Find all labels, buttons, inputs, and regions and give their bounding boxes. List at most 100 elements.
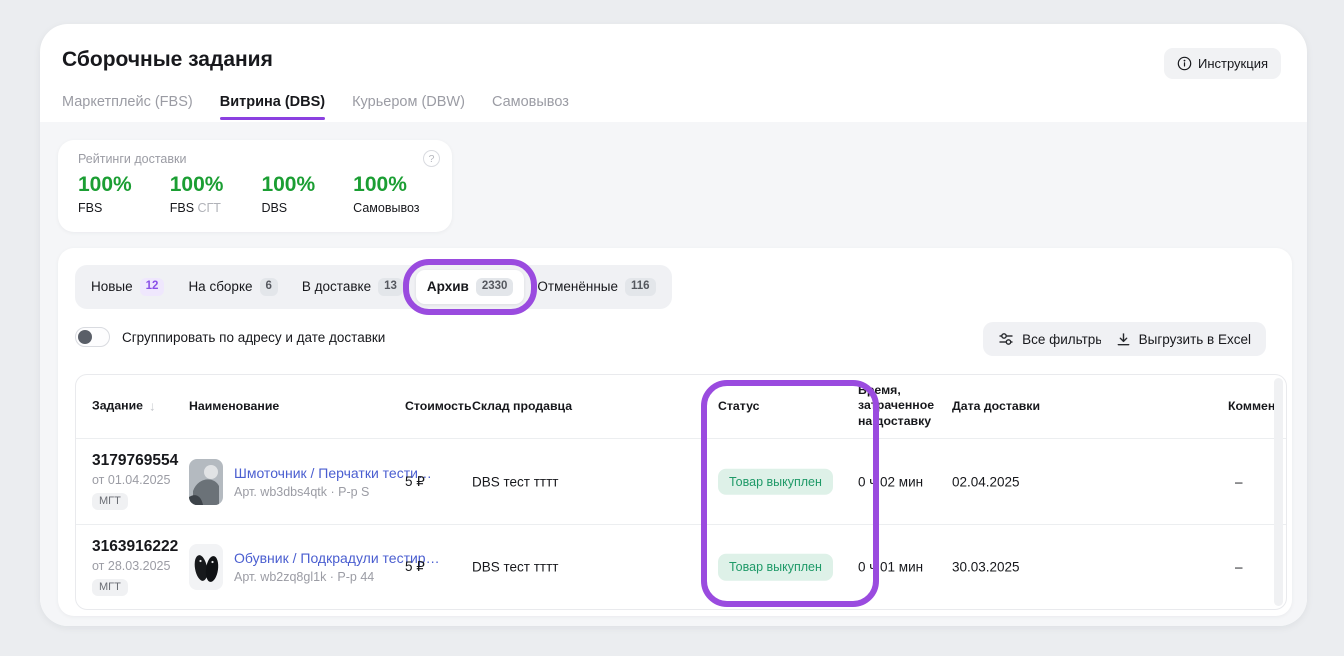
instruction-button[interactable]: Инструкция <box>1164 48 1281 79</box>
status-tab-new-label: Новые <box>91 279 133 294</box>
delivery-time-cell: 0 ч 01 мин <box>858 560 923 575</box>
info-icon <box>1177 56 1192 71</box>
task-date: от 01.04.2025 <box>92 473 178 487</box>
rating-dbs: 100% DBS <box>261 173 315 215</box>
status-tab-in-delivery-count: 13 <box>378 278 403 296</box>
status-tab-archive[interactable]: Архив 2330 <box>416 270 525 304</box>
column-header-status: Статус <box>718 399 759 415</box>
status-tab-assembling-label: На сборке <box>188 279 252 294</box>
price-cell: 5 ₽ <box>405 559 425 575</box>
rating-fbs-sgt-label-sub: СГТ <box>194 201 221 215</box>
delivery-ratings-card: Рейтинги доставки ? 100% FBS 100% FBS СГ… <box>58 140 452 232</box>
column-header-comment: Коммен <box>1228 399 1275 415</box>
delivery-date-cell: 02.04.2025 <box>952 474 1020 489</box>
rating-fbs-sgt-label-main: FBS <box>170 201 194 215</box>
table-header-row: Задание ↓ Наименование Стоимость Склад п… <box>76 375 1286 439</box>
task-badge-mgt: МГТ <box>92 493 128 510</box>
rating-dbs-label: DBS <box>261 201 315 215</box>
status-badge: Товар выкуплен <box>718 468 833 495</box>
status-tab-archive-count: 2330 <box>476 278 514 296</box>
task-id: 3179769554 <box>92 452 178 470</box>
all-filters-label: Все фильтры <box>1022 332 1105 347</box>
page-title: Сборочные задания <box>62 48 273 72</box>
active-tab-underline <box>220 117 325 120</box>
tab-courier-dbw[interactable]: Курьером (DBW) <box>352 94 465 120</box>
tasks-panel: Новые 12 На сборке 6 В доставке 13 Архив… <box>58 248 1292 616</box>
filters-icon <box>998 331 1014 347</box>
task-cell: 3179769554 от 01.04.2025 МГТ <box>92 452 178 510</box>
comment-cell: – <box>1235 560 1243 575</box>
page-root: Сборочные задания Инструкция Маркетплейс… <box>0 0 1344 656</box>
delivery-date-cell: 30.03.2025 <box>952 560 1020 575</box>
rating-fbs-sgt: 100% FBS СГТ <box>170 173 224 215</box>
column-header-time: Время, затраченное на доставку <box>858 383 950 431</box>
product-link[interactable]: Обувник / Подкрадули тестир… <box>234 550 424 566</box>
task-cell: 3163916222 от 28.03.2025 МГТ <box>92 538 178 596</box>
rating-fbs-sgt-value: 100% <box>170 173 224 197</box>
group-by-address-toggle[interactable]: Сгруппировать по адресу и дате доставки <box>75 327 385 347</box>
content-section: Рейтинги доставки ? 100% FBS 100% FBS СГ… <box>40 122 1307 626</box>
rating-pickup-value: 100% <box>353 173 419 197</box>
download-icon <box>1116 332 1131 347</box>
group-toggle-label: Сгруппировать по адресу и дате доставки <box>122 330 385 345</box>
column-header-date: Дата доставки <box>952 399 1040 415</box>
status-cell: Товар выкуплен <box>718 468 833 495</box>
task-date: от 28.03.2025 <box>92 559 178 573</box>
status-tab-in-delivery-label: В доставке <box>302 279 371 294</box>
all-filters-button[interactable]: Все фильтры <box>983 322 1120 356</box>
status-tab-cancelled-label: Отменённые <box>537 279 618 294</box>
product-image[interactable] <box>189 459 223 505</box>
status-tab-cancelled-count: 116 <box>625 278 656 296</box>
status-tab-new[interactable]: Новые 12 <box>80 270 175 304</box>
task-id: 3163916222 <box>92 538 178 556</box>
table-row: 3179769554 от 01.04.2025 МГТ <box>76 439 1286 524</box>
warehouse-cell: DBS тест тттт <box>472 560 558 575</box>
table-vertical-scrollbar[interactable] <box>1274 378 1283 606</box>
price-cell: 5 ₽ <box>405 474 425 490</box>
rating-fbs-label: FBS <box>78 201 132 215</box>
export-excel-label: Выгрузить в Excel <box>1139 332 1251 347</box>
toggle-track[interactable] <box>75 327 110 347</box>
tab-vitrina-dbs[interactable]: Витрина (DBS) <box>220 94 325 120</box>
status-tab-archive-label: Архив <box>427 279 469 294</box>
toggle-knob <box>78 330 92 344</box>
rating-dbs-value: 100% <box>261 173 315 197</box>
column-header-warehouse: Склад продавца <box>472 399 572 415</box>
delivery-mode-tabs: Маркетплейс (FBS) Витрина (DBS) Курьером… <box>62 94 569 120</box>
export-excel-button[interactable]: Выгрузить в Excel <box>1101 322 1266 356</box>
column-header-task[interactable]: Задание ↓ <box>92 398 156 415</box>
status-tab-in-delivery[interactable]: В доставке 13 <box>291 270 414 304</box>
warehouse-cell: DBS тест тттт <box>472 474 558 489</box>
tasks-table: Задание ↓ Наименование Стоимость Склад п… <box>75 374 1287 610</box>
tab-marketplace-fbs[interactable]: Маркетплейс (FBS) <box>62 94 193 120</box>
column-header-name: Наименование <box>189 399 279 415</box>
rating-pickup: 100% Самовывоз <box>353 173 419 215</box>
tab-pickup[interactable]: Самовывоз <box>492 94 569 120</box>
rating-fbs: 100% FBS <box>78 173 132 215</box>
product-link[interactable]: Шмоточник / Перчатки тести… <box>234 465 424 481</box>
comment-cell: – <box>1235 474 1243 489</box>
sort-down-icon: ↓ <box>149 398 156 415</box>
table-row: 3163916222 от 28.03.2025 МГТ <box>76 524 1286 609</box>
rating-fbs-value: 100% <box>78 173 132 197</box>
rating-fbs-sgt-label: FBS СГТ <box>170 201 224 215</box>
ratings-stats: 100% FBS 100% FBS СГТ 100% DBS 100% Само… <box>78 173 420 215</box>
status-tab-cancelled[interactable]: Отменённые 116 <box>526 270 666 304</box>
help-icon[interactable]: ? <box>423 150 440 167</box>
archive-annotation-highlight <box>403 259 538 315</box>
main-window-card: Сборочные задания Инструкция Маркетплейс… <box>40 24 1307 626</box>
product-image[interactable] <box>189 544 223 590</box>
column-header-price: Стоимость <box>405 399 472 415</box>
status-tab-assembling[interactable]: На сборке 6 <box>177 270 288 304</box>
status-badge: Товар выкуплен <box>718 554 833 581</box>
task-badge-mgt: МГТ <box>92 579 128 596</box>
status-cell: Товар выкуплен <box>718 554 833 581</box>
product-meta: Арт. wb3dbs4qtk · Р-р S <box>234 485 424 499</box>
ratings-title: Рейтинги доставки <box>78 152 186 166</box>
delivery-time-cell: 0 ч 02 мин <box>858 474 923 489</box>
instruction-button-label: Инструкция <box>1198 56 1268 71</box>
status-filter-tabs: Новые 12 На сборке 6 В доставке 13 Архив… <box>75 265 672 309</box>
status-tab-new-count: 12 <box>140 278 165 296</box>
product-cell: Обувник / Подкрадули тестир… Арт. wb2zq8… <box>234 550 424 584</box>
rating-pickup-label: Самовывоз <box>353 201 419 215</box>
